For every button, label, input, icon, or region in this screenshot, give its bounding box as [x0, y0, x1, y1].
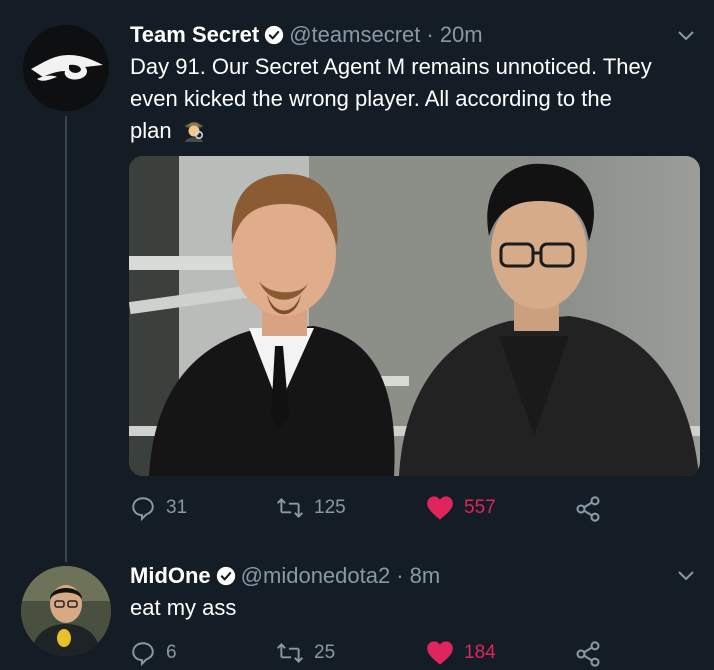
verified-badge-icon	[216, 566, 235, 586]
retweet-action[interactable]: 25	[276, 640, 335, 666]
tweet1-author-handle[interactable]: @teamsecret	[289, 22, 420, 48]
like-action[interactable]: 184	[426, 640, 496, 666]
midone-avatar[interactable]	[21, 566, 111, 656]
tweet1-author-name[interactable]: Team Secret	[130, 22, 259, 48]
reply-action[interactable]: 6	[130, 640, 177, 666]
photo-two-men-image	[129, 156, 700, 476]
share-action[interactable]	[574, 495, 612, 523]
tweet1-timestamp[interactable]: · 20m	[426, 22, 482, 48]
team-secret-avatar[interactable]	[23, 25, 109, 111]
thread-connector-line	[65, 116, 67, 562]
chevron-down-icon[interactable]	[676, 26, 696, 46]
tweet2-actions: 6 25 184	[130, 640, 610, 670]
tweet1-header: Team Secret @teamsecret · 20m	[130, 22, 483, 48]
retweet-action[interactable]: 125	[276, 495, 346, 521]
reply-icon	[132, 642, 154, 666]
team-secret-logo	[23, 25, 109, 111]
reply-action[interactable]: 31	[130, 495, 187, 521]
tweet2-timestamp[interactable]: · 8m	[396, 563, 440, 589]
like-count: 184	[464, 642, 496, 663]
share-icon	[576, 496, 600, 522]
tweet1-text: Day 91. Our Secret Agent M remains unnot…	[130, 51, 652, 147]
tweet2-author-name[interactable]: MidOne	[130, 563, 211, 589]
tweet1-text-line: plan	[130, 118, 172, 143]
tweet1-actions: 31 125 557	[130, 495, 610, 525]
like-count: 557	[464, 497, 496, 518]
share-icon	[576, 641, 600, 667]
heart-icon	[427, 496, 453, 520]
tweet2-author-handle[interactable]: @midonedota2	[241, 563, 391, 589]
tweet1-text-line: Day 91. Our Secret Agent M remains unnot…	[130, 54, 652, 79]
tweet1-text-last-line: plan	[130, 115, 652, 147]
verified-badge-icon	[265, 25, 284, 45]
retweet-icon	[276, 498, 304, 518]
tweet2-header: MidOne @midonedota2 · 8m	[130, 563, 440, 589]
tweet1-photo[interactable]	[129, 156, 700, 476]
retweet-icon	[276, 643, 304, 663]
retweet-count: 125	[314, 497, 346, 518]
tweet2-text: eat my ass	[130, 595, 237, 620]
tweet1-text-line: even kicked the wrong player. All accord…	[130, 86, 612, 111]
reply-icon	[132, 497, 154, 521]
like-action[interactable]: 557	[426, 495, 496, 521]
detective-icon	[184, 122, 203, 142]
chevron-down-icon[interactable]	[676, 566, 696, 586]
reply-count: 6	[166, 642, 177, 663]
heart-icon	[427, 641, 453, 665]
midone-profile-photo	[21, 566, 111, 656]
reply-count: 31	[166, 497, 188, 518]
retweet-count: 25	[314, 642, 336, 663]
share-action[interactable]	[574, 640, 612, 668]
